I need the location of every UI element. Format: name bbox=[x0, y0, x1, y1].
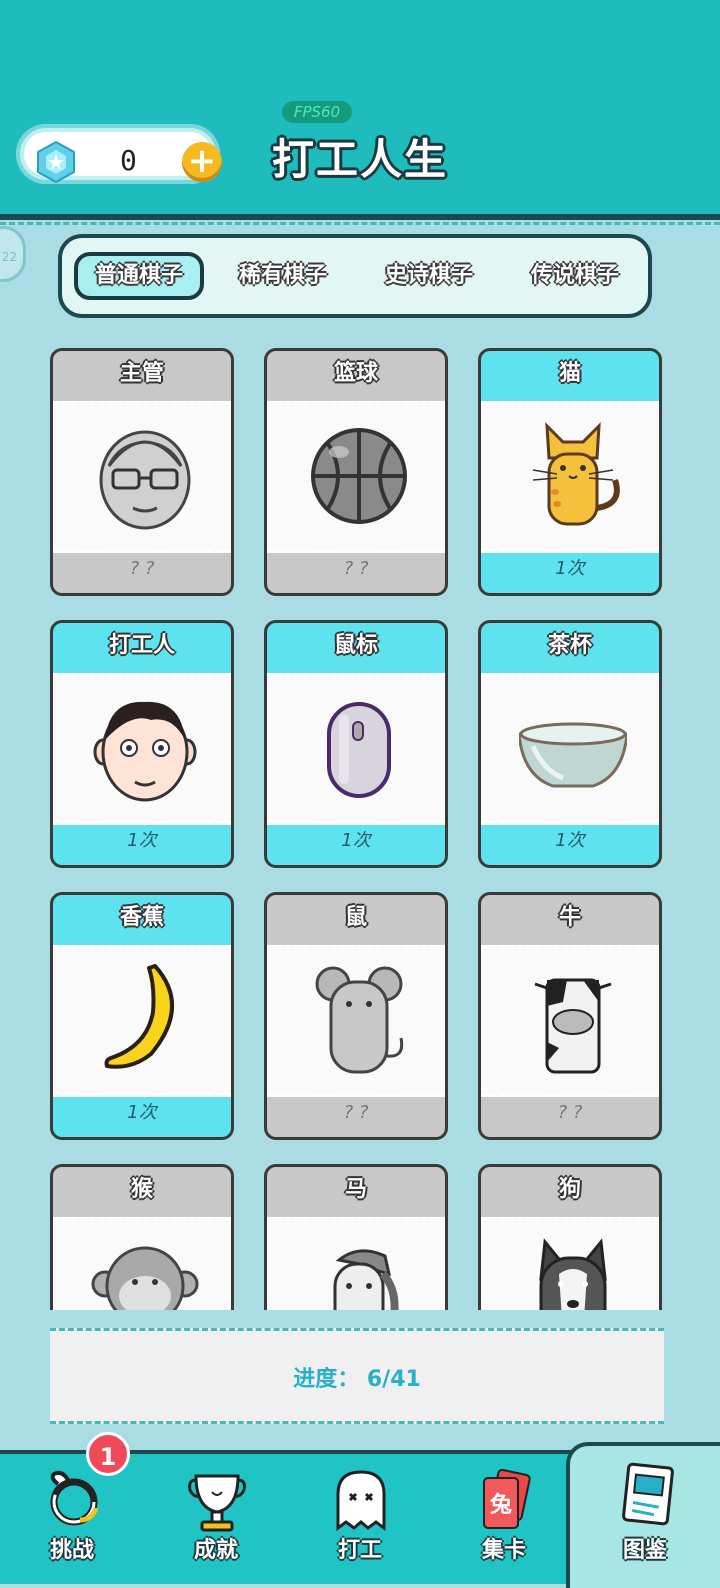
nav-handbook[interactable]: 图鉴 bbox=[566, 1442, 720, 1588]
bottom-nav: 挑战 1 成就 打工 兔 集卡 图鉴 bbox=[0, 1432, 720, 1588]
side-badge-label: 22 bbox=[1, 250, 17, 264]
card-count: 1次 bbox=[555, 830, 585, 851]
worker-icon bbox=[93, 701, 197, 802]
collection-progress: 进度： 6/41 bbox=[50, 1328, 664, 1424]
card-art-area bbox=[267, 1217, 445, 1310]
diamond-icon bbox=[37, 140, 75, 184]
piece-card[interactable]: 打工人 1次 bbox=[50, 620, 234, 868]
card-art-area bbox=[53, 673, 231, 825]
progress-label: 进度： 6/41 bbox=[293, 1367, 421, 1392]
tab-normal[interactable]: 普通棋子 bbox=[74, 252, 204, 300]
card-title: 主管 bbox=[119, 361, 164, 386]
nav-achievements[interactable]: 成就 bbox=[144, 1454, 288, 1584]
card-grid: 主管 ? ? 篮球 ? ? 猫 1次 打工人 1次 鼠标 1次 茶杯 1次 香蕉… bbox=[0, 340, 720, 1310]
card-title: 马 bbox=[344, 1177, 367, 1202]
piece-card[interactable]: 鼠 ? ? bbox=[264, 892, 448, 1140]
card-count: ? ? bbox=[129, 558, 155, 579]
nav-label: 打工 bbox=[337, 1538, 382, 1563]
nav-label: 图鉴 bbox=[622, 1538, 667, 1563]
nav-work[interactable]: 打工 bbox=[288, 1454, 432, 1584]
card-count: ? ? bbox=[343, 558, 369, 579]
ghost-icon bbox=[336, 1470, 386, 1531]
dog-icon bbox=[539, 1238, 607, 1310]
basketball-icon bbox=[311, 428, 407, 524]
piece-card[interactable]: 茶杯 1次 bbox=[478, 620, 662, 868]
piece-card[interactable]: 香蕉 1次 bbox=[50, 892, 234, 1140]
mouse-device-icon bbox=[327, 702, 391, 798]
card-art-area bbox=[481, 1217, 659, 1310]
card-title: 猴 bbox=[130, 1177, 153, 1202]
nav-label: 集卡 bbox=[481, 1538, 526, 1563]
card-art-area bbox=[267, 945, 445, 1097]
gem-counter-inner: 0 + bbox=[24, 132, 222, 184]
monkey-icon bbox=[91, 1246, 199, 1310]
piece-card[interactable]: 鼠标 1次 bbox=[264, 620, 448, 868]
card-title: 打工人 bbox=[108, 633, 175, 658]
tab-epic[interactable]: 史诗棋子 bbox=[364, 252, 494, 300]
top-bar-dashed-line bbox=[0, 222, 720, 225]
gem-counter: 0 + bbox=[16, 124, 222, 184]
nav-card-collect[interactable]: 兔 集卡 bbox=[432, 1454, 576, 1584]
card-collect-icon: 兔 bbox=[483, 1468, 531, 1529]
notification-badge: 1 bbox=[86, 1432, 130, 1476]
card-count: 1次 bbox=[341, 830, 371, 851]
challenge-icon bbox=[50, 1470, 99, 1526]
card-count: 1次 bbox=[555, 558, 585, 579]
piece-card[interactable]: 篮球 ? ? bbox=[264, 348, 448, 596]
card-title: 猫 bbox=[558, 361, 581, 386]
piece-card[interactable]: 狗 bbox=[478, 1164, 662, 1310]
fps-label: FPS60 bbox=[282, 101, 352, 123]
card-art-area bbox=[53, 1217, 231, 1310]
teacup-icon bbox=[519, 722, 627, 788]
cow-icon bbox=[534, 978, 612, 1074]
card-title: 牛 bbox=[558, 905, 581, 930]
nav-label: 挑战 bbox=[49, 1538, 94, 1563]
top-bar-divider bbox=[0, 214, 720, 220]
banana-icon bbox=[104, 964, 175, 1069]
cat-icon bbox=[532, 422, 620, 526]
rat-icon bbox=[315, 966, 404, 1074]
card-title: 鼠标 bbox=[333, 633, 378, 658]
card-art-area bbox=[267, 401, 445, 553]
gem-count: 0 bbox=[120, 144, 137, 177]
card-title: 鼠 bbox=[344, 905, 367, 930]
nav-label: 成就 bbox=[193, 1538, 238, 1563]
card-title: 篮球 bbox=[333, 361, 378, 386]
card-collect-glyph: 兔 bbox=[490, 1492, 512, 1518]
piece-card[interactable]: 牛 ? ? bbox=[478, 892, 662, 1140]
card-art-area bbox=[53, 401, 231, 553]
rarity-tabs: 普通棋子 稀有棋子 史诗棋子 传说棋子 bbox=[58, 234, 652, 318]
card-art-area bbox=[53, 945, 231, 1097]
card-title: 香蕉 bbox=[119, 905, 164, 930]
card-count: ? ? bbox=[557, 1102, 583, 1123]
card-art-area bbox=[267, 673, 445, 825]
card-count: ? ? bbox=[343, 1102, 369, 1123]
piece-card[interactable]: 马 bbox=[264, 1164, 448, 1310]
handbook-icon bbox=[622, 1462, 674, 1526]
card-count: 1次 bbox=[127, 1102, 157, 1123]
page-title: 打工人生 bbox=[272, 135, 449, 184]
card-count: 1次 bbox=[127, 830, 157, 851]
supervisor-icon bbox=[99, 430, 191, 530]
tab-legendary[interactable]: 传说棋子 bbox=[510, 252, 640, 300]
horse-icon bbox=[333, 1249, 399, 1310]
piece-card[interactable]: 猴 bbox=[50, 1164, 234, 1310]
card-title: 狗 bbox=[558, 1177, 581, 1202]
side-level-badge[interactable]: 22 bbox=[0, 226, 26, 282]
card-art-area bbox=[481, 673, 659, 825]
card-title: 茶杯 bbox=[547, 633, 592, 658]
card-art-area bbox=[481, 945, 659, 1097]
tab-rare[interactable]: 稀有棋子 bbox=[218, 252, 348, 300]
piece-card[interactable]: 主管 ? ? bbox=[50, 348, 234, 596]
nav-challenge[interactable]: 挑战 1 bbox=[0, 1432, 144, 1584]
trophy-icon bbox=[188, 1474, 246, 1532]
piece-card[interactable]: 猫 1次 bbox=[478, 348, 662, 596]
card-art-area bbox=[481, 401, 659, 553]
add-gems-button[interactable]: + bbox=[182, 142, 222, 182]
